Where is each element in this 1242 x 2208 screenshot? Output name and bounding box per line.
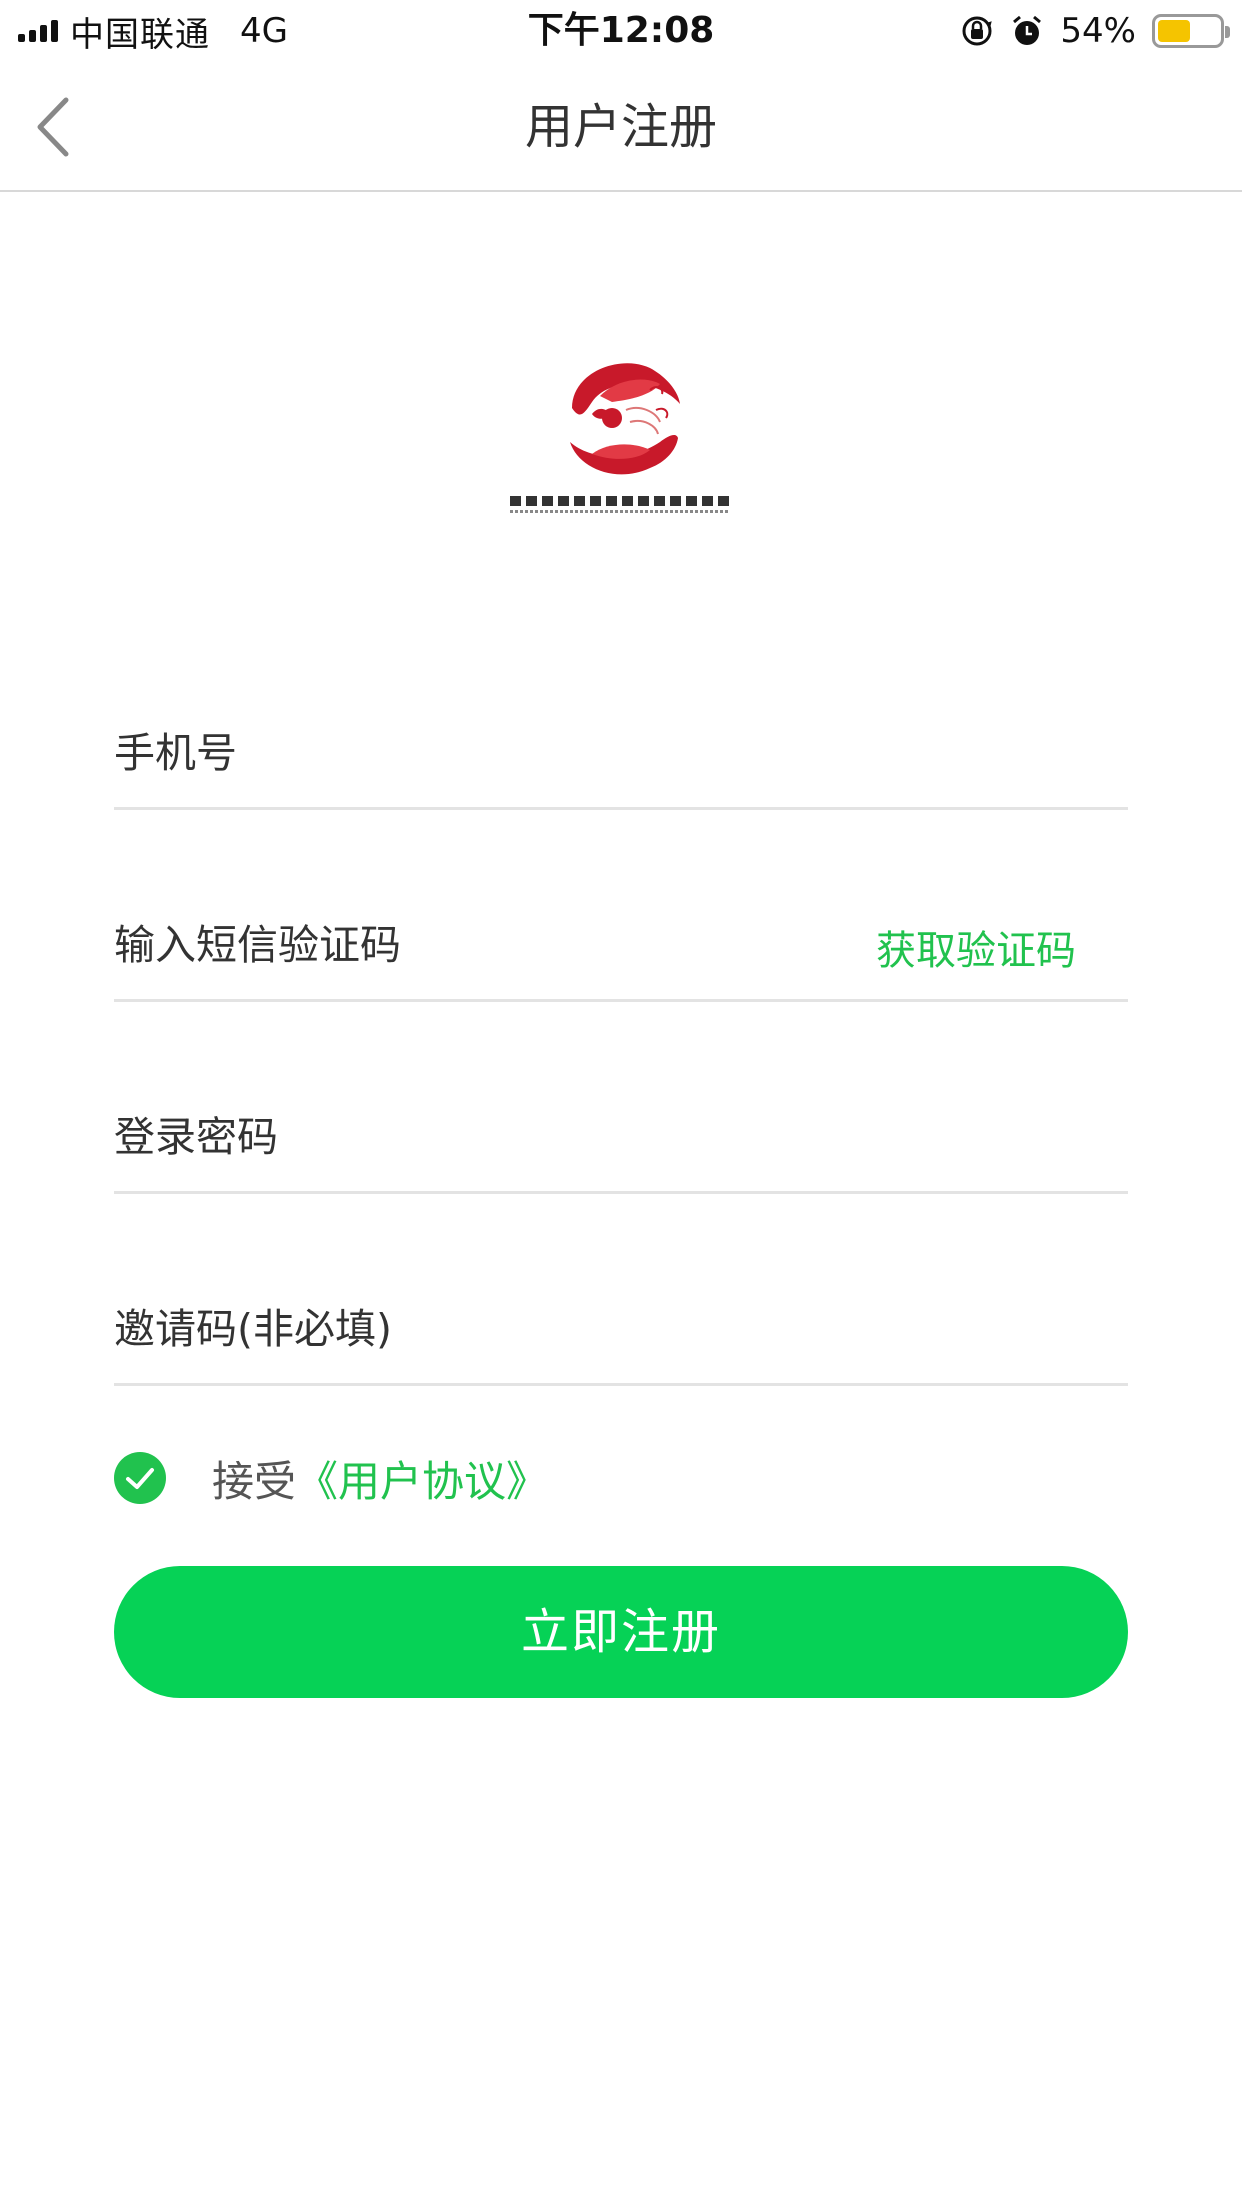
page-title: 用户注册 [524, 99, 717, 155]
sms-code-input[interactable] [114, 910, 874, 980]
nav-bar: 用户注册 [0, 62, 1242, 192]
phone-input[interactable] [114, 718, 874, 788]
agreement-prefix: 接受 [212, 1456, 297, 1506]
status-right: 54% [960, 0, 1230, 62]
password-field-row [114, 1058, 1128, 1194]
get-code-button[interactable]: 获取验证码 [876, 916, 1076, 986]
register-button[interactable]: 立即注册 [114, 1566, 1128, 1698]
alarm-icon [1013, 15, 1042, 45]
invite-field-row [114, 1250, 1128, 1386]
logo-lettering [500, 496, 740, 526]
invite-code-input[interactable] [114, 1294, 874, 1364]
agreement-row: 接受 《用户协议》 [114, 1448, 548, 1508]
rotation-lock-icon [962, 16, 993, 46]
battery-icon [1152, 14, 1230, 48]
password-input[interactable] [114, 1102, 874, 1172]
check-icon [126, 1468, 154, 1489]
user-agreement-link[interactable]: 《用户协议》 [296, 1448, 548, 1509]
phone-field-row [114, 674, 1128, 810]
company-logo [500, 350, 740, 530]
status-bar: 中国联通 4G 下午12:08 54% [0, 0, 1242, 62]
sms-code-field-row: 获取验证码 [114, 866, 1128, 1002]
agree-checkbox[interactable] [114, 1452, 166, 1504]
battery-fill [1158, 20, 1191, 42]
battery-percent: 54% [1060, 11, 1136, 51]
